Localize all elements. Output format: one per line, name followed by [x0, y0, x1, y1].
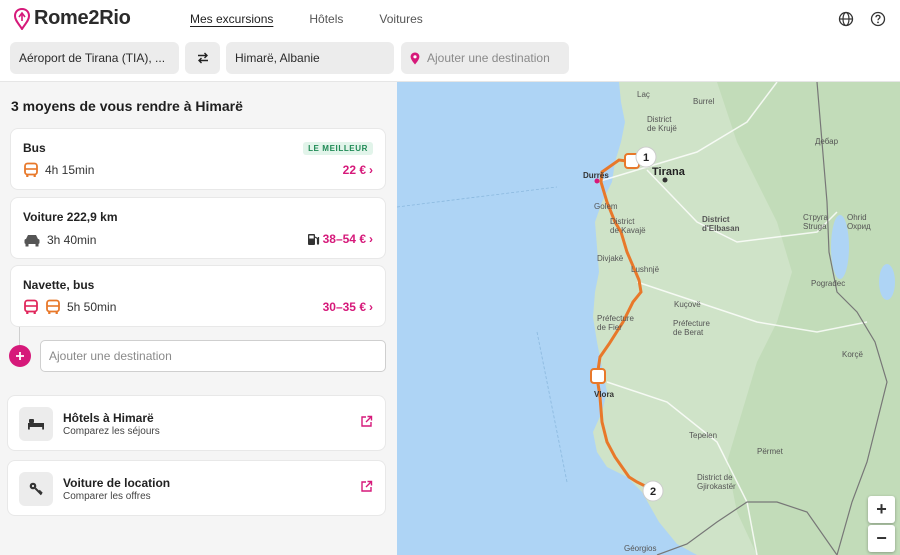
nav-hotels[interactable]: Hôtels	[309, 12, 343, 26]
shuttle-icon	[24, 299, 38, 314]
car-rental-tile[interactable]: Voiture de location Comparer les offres	[7, 460, 386, 516]
map-sea-line	[536, 331, 568, 483]
route-info: 5h 50min	[23, 299, 116, 315]
route-start-marker-label: 1	[643, 152, 649, 164]
chevron-right-icon: ›	[369, 300, 373, 314]
location-pin-icon	[410, 52, 420, 64]
fuel-icon	[307, 233, 319, 245]
nav-cars[interactable]: Voitures	[379, 12, 422, 26]
route-end-marker-label: 2	[650, 486, 656, 498]
globe-icon[interactable]	[838, 11, 854, 27]
search-row: Aéroport de Tirana (TIA), ... Himarë, Al…	[0, 38, 900, 82]
rome2rio-logo-icon	[14, 7, 30, 30]
results-panel: 3 moyens de vous rendre à Himarë Bus LE …	[0, 82, 397, 555]
map-label-kucove: Kuçovë	[674, 300, 701, 309]
route-title: Voiture 222,9 km	[23, 210, 118, 224]
hotels-tile[interactable]: Hôtels à Himarë Comparez les séjours	[7, 395, 386, 451]
help-icon[interactable]	[870, 11, 886, 27]
top-icons	[838, 11, 886, 27]
city-dot-tirana	[662, 177, 668, 183]
map-label-debar: Дебар	[815, 137, 839, 146]
route-card-bus[interactable]: Bus LE MEILLEUR 4h 15min 22 € ›	[10, 128, 386, 190]
brand-logo[interactable]: Rome2Rio	[14, 7, 131, 30]
route-title: Bus	[23, 141, 46, 155]
route-title: Navette, bus	[23, 278, 95, 292]
map-label-lushnje: Lushnjë	[631, 265, 660, 274]
rental-tile-title: Voiture de location	[63, 476, 171, 490]
map-label-korce: Korçë	[842, 350, 863, 359]
plus-icon	[16, 352, 24, 360]
zoom-in-button[interactable]: +	[868, 496, 895, 523]
map-label-lac: Laç	[637, 90, 650, 99]
map-label-divjake: Divjakë	[597, 254, 624, 263]
results-title: 3 moyens de vous rendre à Himarë	[11, 98, 243, 114]
external-link-icon[interactable]	[360, 480, 373, 498]
map-label-tepelen: Tepelen	[689, 431, 717, 440]
add-destination-button[interactable]	[9, 345, 31, 367]
car-icon	[24, 235, 40, 247]
map-label-durres: Durrës	[583, 171, 609, 180]
map-label-gjirokaster: District de Gjirokastër	[697, 473, 736, 491]
swap-icon	[197, 52, 208, 64]
map-label-permet: Përmet	[757, 447, 784, 456]
map-label-burrel: Burrel	[693, 97, 715, 106]
best-badge: LE MEILLEUR	[303, 142, 373, 155]
map-label-georgios: Géorgios	[624, 544, 656, 553]
key-icon	[19, 472, 53, 506]
top-bar: Rome2Rio Mes excursions Hôtels Voitures	[0, 0, 900, 38]
map-label-struga: Струга Struga	[803, 213, 829, 231]
swap-button[interactable]	[185, 42, 220, 74]
zoom-out-button[interactable]: −	[868, 525, 895, 552]
route-card-shuttle[interactable]: Navette, bus 5h 50min 30–35 € ›	[10, 265, 386, 327]
route-info: 3h 40min	[23, 233, 96, 247]
chevron-right-icon: ›	[369, 232, 373, 246]
route-price-value: 30–35 €	[322, 300, 366, 314]
route-duration: 4h 15min	[45, 163, 95, 177]
map-label-golem: Golem	[594, 202, 618, 211]
map-label-vlora: Vlora	[594, 390, 615, 399]
route-price: 30–35 € ›	[323, 300, 373, 314]
route-info: 4h 15min	[23, 162, 94, 178]
chevron-right-icon: ›	[369, 163, 373, 177]
route-card-car[interactable]: Voiture 222,9 km 3h 40min 38–54 € ›	[10, 197, 386, 259]
add-destination-input[interactable]: Ajouter une destination	[40, 340, 386, 372]
route-duration: 3h 40min	[47, 233, 97, 247]
route-duration: 5h 50min	[67, 300, 117, 314]
main-nav: Mes excursions Hôtels Voitures	[190, 12, 459, 26]
rental-tile-subtitle: Comparer les offres	[63, 491, 151, 502]
bus-stop-icon	[590, 368, 606, 384]
nav-trips[interactable]: Mes excursions	[190, 12, 273, 26]
hotels-tile-title: Hôtels à Himarë	[63, 411, 154, 425]
hotels-tile-subtitle: Comparez les séjours	[63, 426, 160, 437]
route-map[interactable]: 1 2 Laç Burrel District de Krujë Durrës T…	[397, 82, 900, 555]
map-label-tirana: Tirana	[652, 166, 686, 178]
add-destination-placeholder: Ajouter une destination	[427, 51, 550, 65]
origin-field[interactable]: Aéroport de Tirana (TIA), ...	[10, 42, 179, 74]
route-price-value: 38–54 €	[322, 232, 366, 246]
destination-field[interactable]: Himarë, Albanie	[226, 42, 394, 74]
route-price-value: 22 €	[342, 163, 366, 177]
add-destination-field[interactable]: Ajouter une destination	[401, 42, 569, 74]
route-connector	[19, 327, 20, 345]
external-link-icon[interactable]	[360, 415, 373, 433]
map-sea-line	[397, 186, 558, 208]
route-price: 22 € ›	[343, 163, 373, 177]
route-price: 38–54 € ›	[307, 232, 373, 246]
map-label-pogradec: Pogradec	[811, 279, 845, 288]
bus-icon	[24, 162, 38, 177]
bus-icon	[46, 299, 60, 314]
lake-prespa	[879, 264, 895, 300]
bed-icon	[19, 407, 53, 441]
brand-name: Rome2Rio	[34, 7, 131, 29]
